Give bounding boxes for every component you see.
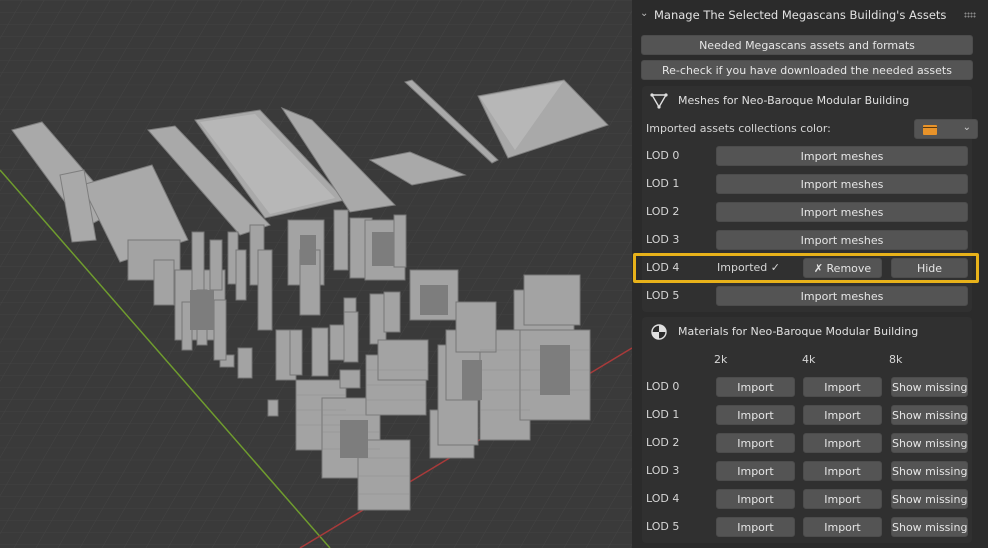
viewport-scene bbox=[0, 0, 632, 548]
mesh-lod-label: LOD 5 bbox=[646, 289, 680, 302]
mesh-lod-label: LOD 4 bbox=[646, 261, 680, 274]
mesh-lod-label: LOD 3 bbox=[646, 233, 680, 246]
meshes-subpanel: Meshes for Neo-Baroque Modular Building … bbox=[642, 86, 978, 312]
import-4k-lod2-button[interactable]: Import bbox=[803, 433, 882, 453]
mesh-lod-label: LOD 1 bbox=[646, 177, 680, 190]
chevron-down-icon[interactable]: ⌄ bbox=[640, 8, 652, 20]
meshes-title: Meshes for Neo-Baroque Modular Building bbox=[678, 94, 910, 107]
mesh-lod-label: LOD 0 bbox=[646, 149, 680, 162]
imported-status: Imported ✓ bbox=[717, 261, 780, 274]
column-header-8k: 8k bbox=[889, 353, 903, 366]
material-lod-label: LOD 4 bbox=[646, 492, 680, 505]
show-missing-8k-lod1-button[interactable]: Show missing bbox=[891, 405, 968, 425]
materials-title: Materials for Neo-Baroque Modular Buildi… bbox=[678, 325, 919, 338]
needed-assets-button[interactable]: Needed Megascans assets and formats bbox=[641, 35, 973, 55]
column-header-2k: 2k bbox=[714, 353, 728, 366]
collections-color-label: Imported assets collections color: bbox=[646, 122, 831, 135]
remove-lod4-button[interactable]: ✗ Remove bbox=[803, 258, 882, 278]
recheck-assets-button[interactable]: Re-check if you have downloaded the need… bbox=[641, 60, 973, 80]
material-lod-label: LOD 2 bbox=[646, 436, 680, 449]
mesh-icon bbox=[650, 93, 668, 109]
import-meshes-lod5-button[interactable]: Import meshes bbox=[716, 286, 968, 306]
import-2k-lod5-button[interactable]: Import bbox=[716, 517, 795, 537]
show-missing-8k-lod3-button[interactable]: Show missing bbox=[891, 461, 968, 481]
import-meshes-lod1-button[interactable]: Import meshes bbox=[716, 174, 968, 194]
import-4k-lod0-button[interactable]: Import bbox=[803, 377, 882, 397]
import-meshes-lod0-button[interactable]: Import meshes bbox=[716, 146, 968, 166]
column-header-4k: 4k bbox=[802, 353, 816, 366]
import-4k-lod4-button[interactable]: Import bbox=[803, 489, 882, 509]
import-4k-lod3-button[interactable]: Import bbox=[803, 461, 882, 481]
hide-lod4-button[interactable]: Hide bbox=[891, 258, 968, 278]
show-missing-8k-lod2-button[interactable]: Show missing bbox=[891, 433, 968, 453]
import-2k-lod2-button[interactable]: Import bbox=[716, 433, 795, 453]
show-missing-8k-lod4-button[interactable]: Show missing bbox=[891, 489, 968, 509]
materials-subpanel: Materials for Neo-Baroque Modular Buildi… bbox=[642, 317, 972, 543]
import-2k-lod0-button[interactable]: Import bbox=[716, 377, 795, 397]
show-missing-8k-lod5-button[interactable]: Show missing bbox=[891, 517, 968, 537]
material-lod-label: LOD 5 bbox=[646, 520, 680, 533]
import-2k-lod4-button[interactable]: Import bbox=[716, 489, 795, 509]
collection-color-icon bbox=[923, 125, 937, 135]
panel-header[interactable]: ⌄ Manage The Selected Megascans Building… bbox=[632, 0, 988, 30]
import-2k-lod1-button[interactable]: Import bbox=[716, 405, 795, 425]
material-sphere-icon bbox=[651, 324, 667, 340]
import-meshes-lod2-button[interactable]: Import meshes bbox=[716, 202, 968, 222]
mesh-lod-label: LOD 2 bbox=[646, 205, 680, 218]
chevron-down-icon: ⌄ bbox=[962, 122, 971, 133]
drag-handle-icon[interactable] bbox=[964, 12, 976, 18]
3d-viewport[interactable] bbox=[0, 0, 632, 548]
properties-panel: ⌄ Manage The Selected Megascans Building… bbox=[632, 0, 988, 548]
import-4k-lod1-button[interactable]: Import bbox=[803, 405, 882, 425]
import-2k-lod3-button[interactable]: Import bbox=[716, 461, 795, 481]
material-lod-label: LOD 3 bbox=[646, 464, 680, 477]
show-missing-8k-lod0-button[interactable]: Show missing bbox=[891, 377, 968, 397]
panel-title: Manage The Selected Megascans Building's… bbox=[654, 8, 947, 22]
collections-color-dropdown[interactable]: ⌄ bbox=[914, 119, 978, 139]
import-meshes-lod3-button[interactable]: Import meshes bbox=[716, 230, 968, 250]
material-lod-label: LOD 0 bbox=[646, 380, 680, 393]
import-4k-lod5-button[interactable]: Import bbox=[803, 517, 882, 537]
material-lod-label: LOD 1 bbox=[646, 408, 680, 421]
